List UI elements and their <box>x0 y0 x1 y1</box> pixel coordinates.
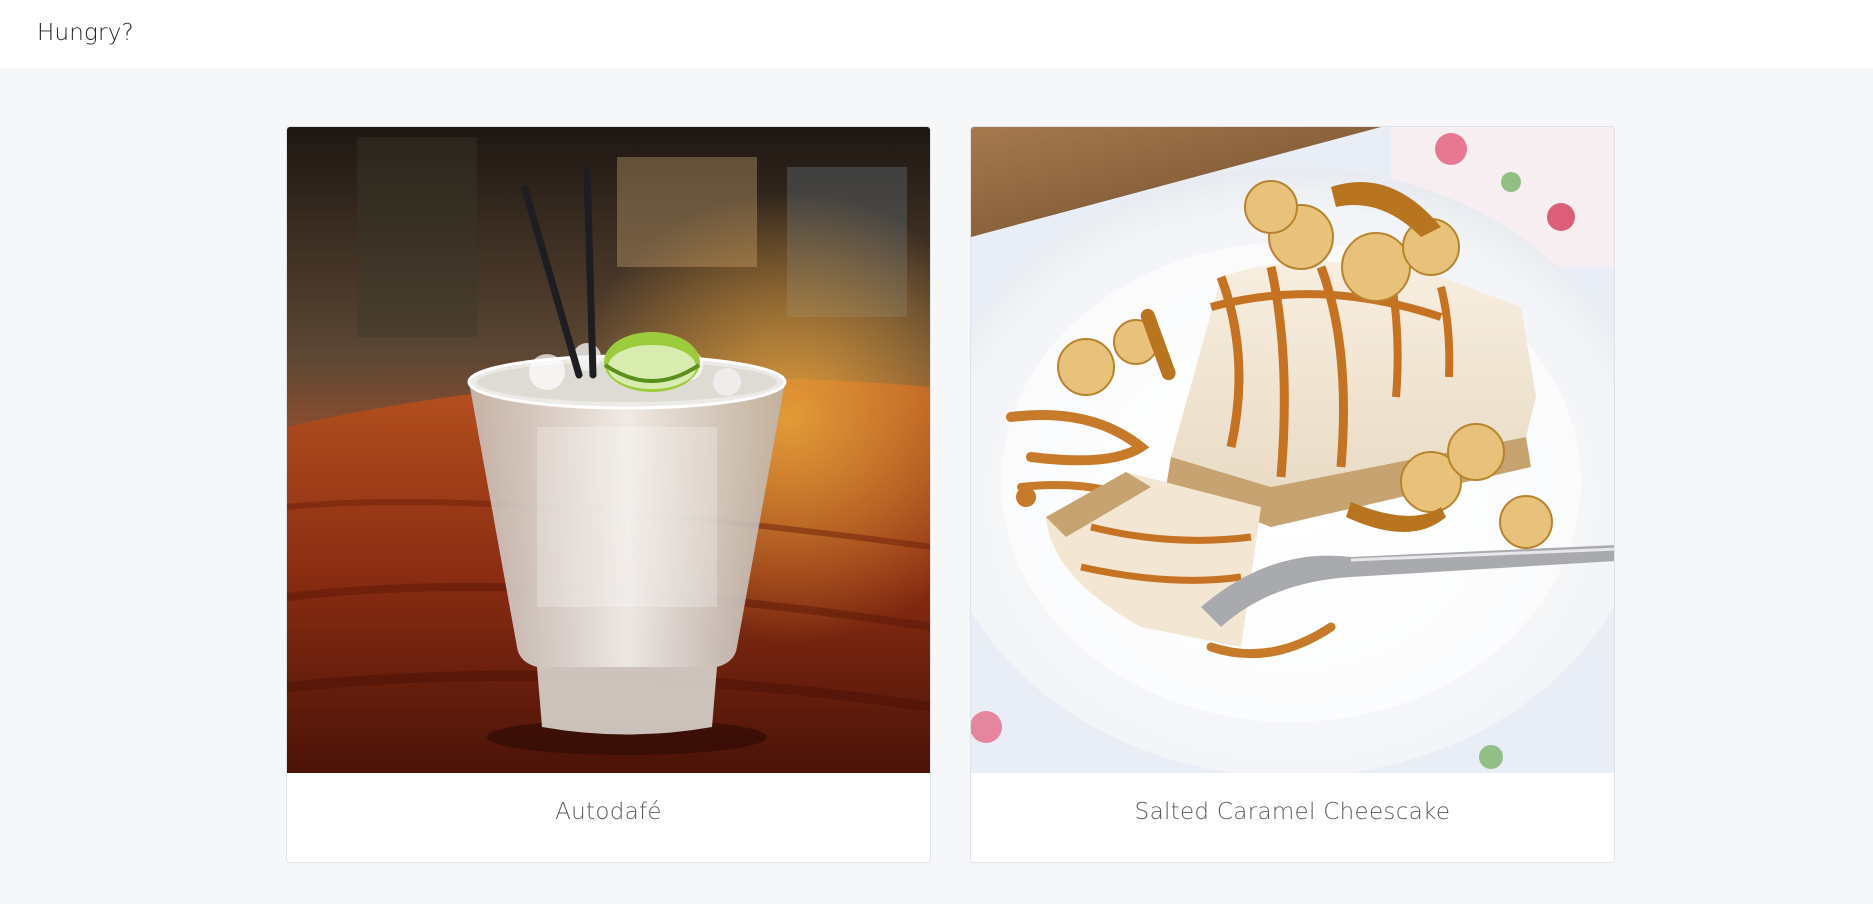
cheesecake-photo[interactable] <box>971 127 1614 773</box>
recipe-card-cheesecake[interactable]: Salted Caramel Cheescake <box>970 126 1615 863</box>
top-navbar: Hungry? <box>0 0 1873 68</box>
recipe-card-title[interactable]: Salted Caramel Cheescake <box>971 773 1614 862</box>
cocktail-photo[interactable] <box>287 127 930 773</box>
recipe-card-autodafe[interactable]: Autodafé <box>286 126 931 863</box>
recipe-card-title[interactable]: Autodafé <box>287 773 930 862</box>
brand-title[interactable]: Hungry? <box>37 17 134 49</box>
